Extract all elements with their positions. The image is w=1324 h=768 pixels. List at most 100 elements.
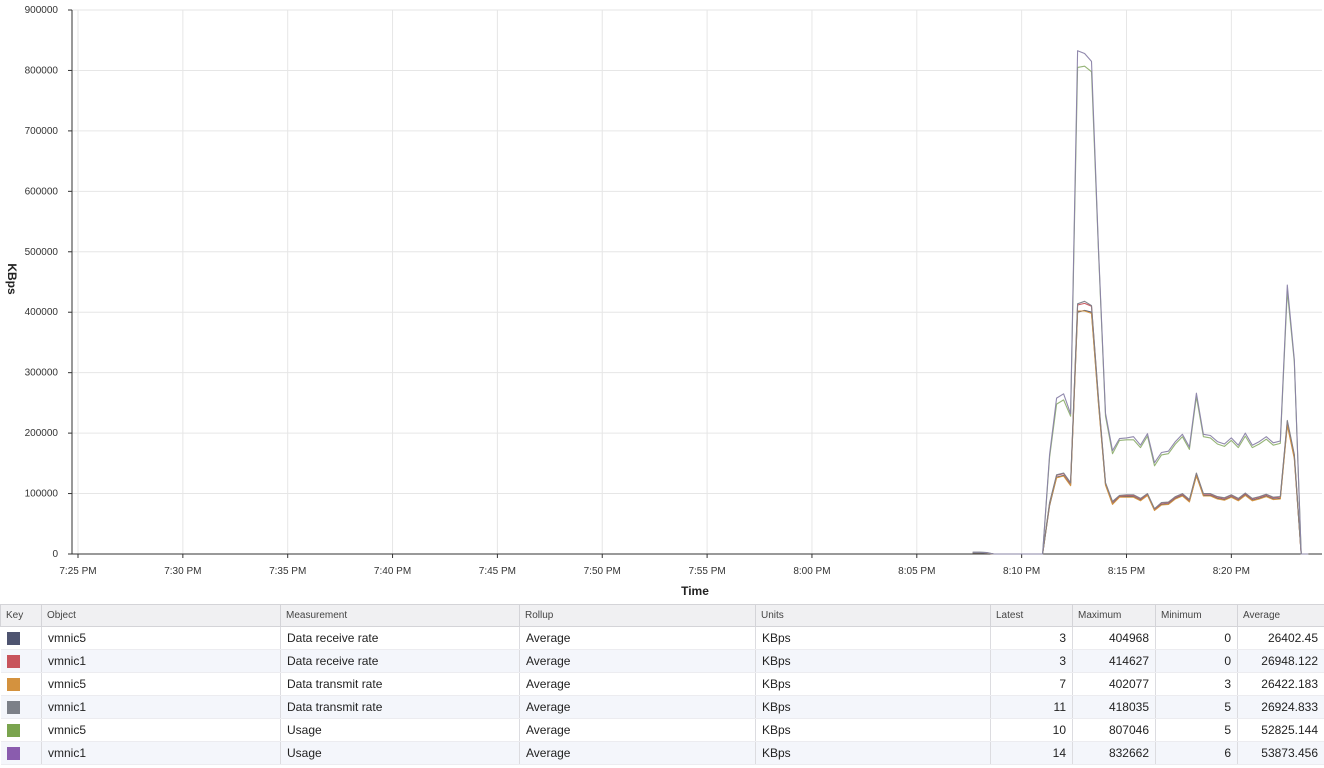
- x-tick-label: 7:25 PM: [59, 566, 96, 577]
- cell-units: KBps: [755, 626, 991, 650]
- cell-average: 52825.144: [1237, 718, 1324, 742]
- legend-row[interactable]: vmnic1 Usage Average KBps 14 832662 6 53873.456: [0, 741, 1324, 765]
- cell-object: vmnic5: [41, 672, 281, 696]
- legend-table: Key Object Measurement Rollup Units Late…: [0, 604, 1324, 765]
- series-lines: [972, 50, 1309, 555]
- series-line-5: [972, 50, 1309, 555]
- cell-object: vmnic1: [41, 695, 281, 719]
- color-swatch-icon: [6, 678, 20, 692]
- color-swatch-icon: [6, 724, 20, 738]
- cell-rollup: Average: [519, 672, 756, 696]
- y-axis-title: KBps: [5, 263, 19, 295]
- header-object[interactable]: Object: [41, 604, 281, 627]
- cell-latest: 7: [990, 672, 1073, 696]
- cell-key: [0, 718, 42, 742]
- cell-key: [0, 649, 42, 673]
- x-tick-label: 8:10 PM: [1003, 566, 1040, 577]
- legend-row[interactable]: vmnic5 Usage Average KBps 10 807046 5 52825.144: [0, 718, 1324, 742]
- legend-row[interactable]: vmnic1 Data receive rate Average KBps 3 41462…: [0, 649, 1324, 673]
- y-tick-label: 700000: [25, 126, 59, 137]
- header-average[interactable]: Average: [1237, 604, 1324, 627]
- cell-measurement: Data receive rate: [280, 649, 520, 673]
- cell-maximum: 402077: [1072, 672, 1156, 696]
- x-tick-label: 8:15 PM: [1108, 566, 1145, 577]
- cell-key: [0, 695, 42, 719]
- header-key[interactable]: Key: [0, 604, 42, 627]
- header-units[interactable]: Units: [755, 604, 991, 627]
- cell-measurement: Data receive rate: [280, 626, 520, 650]
- legend-row[interactable]: vmnic1 Data transmit rate Average KBps 11 418…: [0, 695, 1324, 719]
- chart-axes: [71, 10, 1322, 555]
- cell-key: [0, 672, 42, 696]
- cell-maximum: 418035: [1072, 695, 1156, 719]
- x-tick-label: 8:20 PM: [1213, 566, 1250, 577]
- y-tick-label: 100000: [25, 489, 59, 500]
- cell-latest: 11: [990, 695, 1073, 719]
- cell-average: 53873.456: [1237, 741, 1324, 765]
- cell-maximum: 414627: [1072, 649, 1156, 673]
- series-line-3: [972, 300, 1309, 555]
- header-measurement[interactable]: Measurement: [280, 604, 520, 627]
- cell-minimum: 5: [1155, 718, 1238, 742]
- cell-minimum: 0: [1155, 649, 1238, 673]
- x-tick-label: 7:30 PM: [164, 566, 201, 577]
- header-maximum[interactable]: Maximum: [1072, 604, 1156, 627]
- x-tick-label: 7:55 PM: [688, 566, 725, 577]
- chart-grid: [72, 9, 1322, 555]
- series-line-0: [972, 309, 1309, 555]
- header-latest[interactable]: Latest: [990, 604, 1073, 627]
- cell-minimum: 5: [1155, 695, 1238, 719]
- cell-key: [0, 626, 42, 650]
- cell-minimum: 3: [1155, 672, 1238, 696]
- y-tick-label: 200000: [25, 428, 59, 439]
- y-axis-ticks: 0 100000 200000 300000 400000 500000 600000 700…: [25, 5, 72, 560]
- cell-rollup: Average: [519, 741, 756, 765]
- color-swatch-icon: [6, 701, 20, 715]
- cell-minimum: 6: [1155, 741, 1238, 765]
- performance-line-chart: 0 100000 200000 300000 400000 500000 600000 700…: [5, 5, 1322, 598]
- cell-measurement: Data transmit rate: [280, 672, 520, 696]
- y-tick-label: 600000: [25, 186, 59, 197]
- cell-units: KBps: [755, 649, 991, 673]
- x-tick-label: 8:05 PM: [898, 566, 935, 577]
- header-minimum[interactable]: Minimum: [1155, 604, 1238, 627]
- cell-latest: 3: [990, 626, 1073, 650]
- x-axis-ticks: 7:25 PM 7:30 PM 7:35 PM 7:40 PM 7:45 PM 7:50 …: [59, 554, 1250, 577]
- cell-average: 26924.833: [1237, 695, 1324, 719]
- x-tick-label: 7:40 PM: [374, 566, 411, 577]
- legend-header-row: Key Object Measurement Rollup Units Late…: [0, 604, 1324, 627]
- series-line-2: [972, 310, 1309, 555]
- header-rollup[interactable]: Rollup: [519, 604, 756, 627]
- x-tick-label: 7:50 PM: [584, 566, 621, 577]
- cell-key: [0, 741, 42, 765]
- cell-average: 26402.45: [1237, 626, 1324, 650]
- cell-latest: 10: [990, 718, 1073, 742]
- y-tick-label: 0: [52, 549, 58, 560]
- cell-measurement: Usage: [280, 718, 520, 742]
- y-tick-label: 800000: [25, 65, 59, 76]
- cell-object: vmnic5: [41, 718, 281, 742]
- cell-latest: 3: [990, 649, 1073, 673]
- cell-units: KBps: [755, 718, 991, 742]
- cell-units: KBps: [755, 741, 991, 765]
- legend-row[interactable]: vmnic5 Data receive rate Average KBps 3 40496…: [0, 626, 1324, 650]
- legend-rows: vmnic5 Data receive rate Average KBps 3 40496…: [0, 626, 1324, 765]
- color-swatch-icon: [6, 632, 20, 646]
- cell-maximum: 807046: [1072, 718, 1156, 742]
- series-line-1: [972, 302, 1309, 555]
- y-tick-label: 400000: [25, 307, 59, 318]
- cell-units: KBps: [755, 695, 991, 719]
- cell-object: vmnic1: [41, 649, 281, 673]
- cell-minimum: 0: [1155, 626, 1238, 650]
- cell-maximum: 832662: [1072, 741, 1156, 765]
- series-line-4: [972, 65, 1309, 555]
- color-swatch-icon: [6, 655, 20, 669]
- y-tick-label: 900000: [25, 5, 59, 16]
- y-tick-label: 500000: [25, 247, 59, 258]
- x-tick-label: 7:45 PM: [479, 566, 516, 577]
- legend-row[interactable]: vmnic5 Data transmit rate Average KBps 7 4020…: [0, 672, 1324, 696]
- cell-average: 26422.183: [1237, 672, 1324, 696]
- cell-rollup: Average: [519, 626, 756, 650]
- x-axis-title: Time: [681, 584, 709, 598]
- cell-object: vmnic1: [41, 741, 281, 765]
